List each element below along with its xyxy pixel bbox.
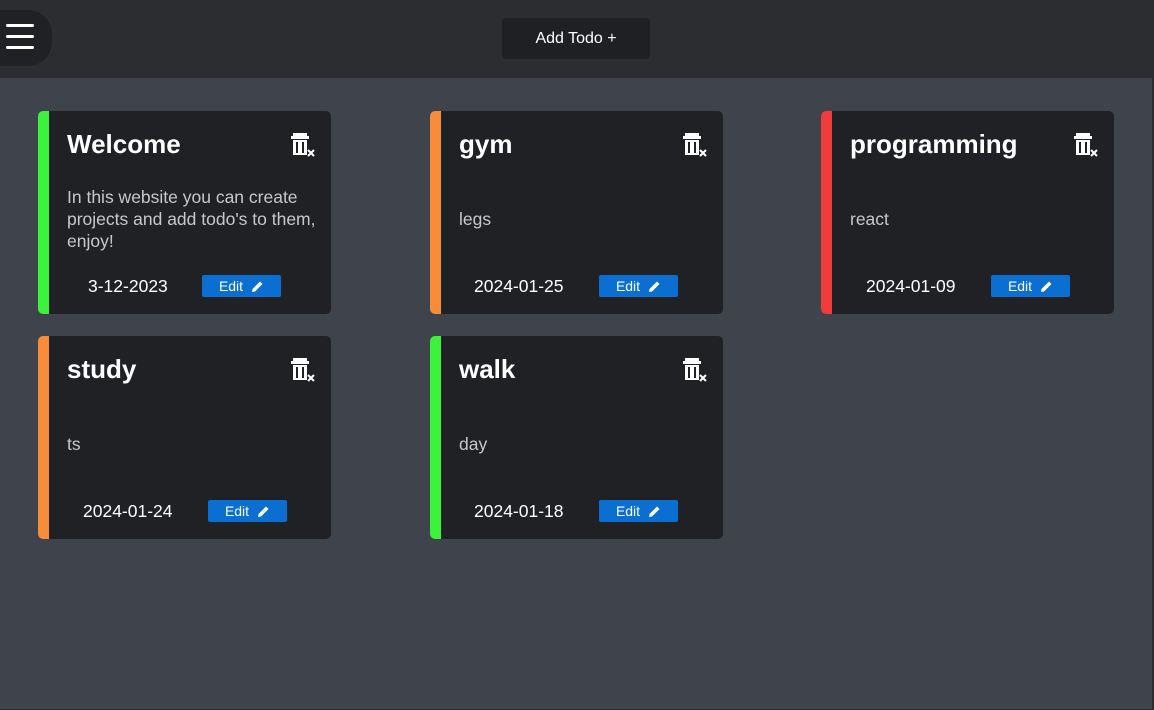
edit-label: Edit bbox=[615, 278, 641, 294]
todo-date: 2024-01-25 bbox=[474, 276, 564, 296]
todo-card: walk day 2024-01-18 Edit bbox=[430, 336, 723, 539]
todo-title: walk bbox=[459, 354, 516, 384]
todo-card: gym legs 2024-01-25 Edit bbox=[430, 111, 723, 314]
pencil-icon bbox=[1041, 281, 1052, 292]
priority-stripe bbox=[38, 336, 49, 539]
priority-stripe bbox=[430, 111, 441, 314]
hamburger-menu-button[interactable] bbox=[0, 10, 52, 66]
todo-title: programming bbox=[850, 129, 1018, 159]
todo-card: Welcome In this website you can create p… bbox=[38, 111, 331, 314]
delete-trash-icon[interactable] bbox=[682, 357, 708, 385]
pencil-icon bbox=[649, 506, 660, 517]
todo-description: ts bbox=[67, 434, 81, 454]
add-todo-button[interactable]: Add Todo + bbox=[502, 18, 650, 59]
delete-trash-icon[interactable] bbox=[1073, 132, 1099, 160]
todo-card: programming react 2024-01-09 Edit bbox=[821, 111, 1114, 314]
menu-icon-bar bbox=[6, 46, 34, 49]
pencil-icon bbox=[252, 281, 263, 292]
todo-date: 3-12-2023 bbox=[88, 276, 168, 296]
todo-description: react bbox=[850, 209, 889, 229]
menu-icon-bar bbox=[6, 35, 34, 38]
delete-trash-icon[interactable] bbox=[682, 132, 708, 160]
todo-title: Welcome bbox=[67, 129, 181, 159]
top-bar: Add Todo + bbox=[0, 0, 1154, 78]
todo-title: study bbox=[67, 354, 137, 384]
todo-date: 2024-01-18 bbox=[474, 501, 564, 521]
edit-label: Edit bbox=[218, 278, 244, 294]
edit-button[interactable]: Edit bbox=[991, 275, 1070, 297]
edit-label: Edit bbox=[615, 503, 641, 519]
edit-button[interactable]: Edit bbox=[202, 275, 281, 297]
priority-stripe bbox=[430, 336, 441, 539]
priority-stripe bbox=[821, 111, 832, 314]
todo-description: legs bbox=[459, 209, 492, 229]
todo-card: study ts 2024-01-24 Edit bbox=[38, 336, 331, 539]
todo-date: 2024-01-24 bbox=[83, 501, 173, 521]
delete-trash-icon[interactable] bbox=[290, 357, 316, 385]
priority-stripe bbox=[38, 111, 49, 314]
edit-button[interactable]: Edit bbox=[208, 500, 287, 522]
pencil-icon bbox=[649, 281, 660, 292]
todo-description: In this website you can create projects … bbox=[67, 187, 316, 251]
edit-button[interactable]: Edit bbox=[599, 275, 678, 297]
menu-icon bbox=[6, 24, 34, 27]
pencil-icon bbox=[258, 506, 269, 517]
todo-date: 2024-01-09 bbox=[866, 276, 956, 296]
delete-trash-icon[interactable] bbox=[290, 132, 316, 160]
edit-label: Edit bbox=[1007, 278, 1033, 294]
todo-description: day bbox=[459, 434, 488, 454]
todo-title: gym bbox=[459, 129, 513, 159]
edit-label: Edit bbox=[224, 503, 250, 519]
edit-button[interactable]: Edit bbox=[599, 500, 678, 522]
